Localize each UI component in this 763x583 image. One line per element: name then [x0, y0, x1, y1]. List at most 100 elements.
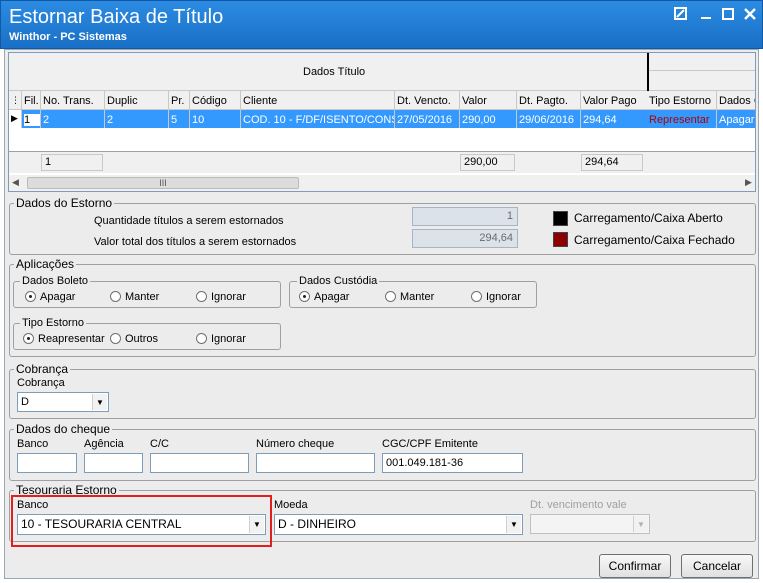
- cancel-button[interactable]: Cancelar: [681, 554, 753, 578]
- chevron-down-icon[interactable]: ▼: [92, 394, 107, 410]
- cobranca-label: Cobrança: [17, 377, 65, 389]
- cheque-banco-input[interactable]: [17, 453, 77, 473]
- cell-cliente[interactable]: COD. 10 - F/DF/ISENTO/CONS.: [243, 114, 395, 126]
- column-separator: [104, 91, 105, 128]
- column-header-fil[interactable]: Fil.: [24, 95, 39, 107]
- legend-closed-label: Carregamento/Caixa Fechado: [574, 233, 735, 247]
- tipo-reapresentar-label[interactable]: Reapresentar: [38, 333, 105, 346]
- cell-valor[interactable]: 290,00: [462, 114, 496, 126]
- maximize-icon[interactable]: [719, 7, 737, 23]
- column-separator: [459, 91, 460, 128]
- column-header-valor[interactable]: Valor: [462, 95, 487, 107]
- titles-grid[interactable]: Dados Título ⋮ Fil. No. Trans. Duplic Pr…: [8, 52, 756, 192]
- column-header-no-trans[interactable]: No. Trans.: [43, 95, 94, 107]
- custodia-apagar-label[interactable]: Apagar: [314, 291, 349, 304]
- column-header-dt-vencto[interactable]: Dt. Vencto.: [397, 95, 451, 107]
- column-header-cliente[interactable]: Cliente: [243, 95, 277, 107]
- column-header-dados-c[interactable]: Dados C: [719, 95, 755, 107]
- cell-tipo-estorno[interactable]: Representar: [649, 114, 715, 126]
- cheque-agencia-input[interactable]: [84, 453, 143, 473]
- column-separator: [516, 91, 517, 128]
- scroll-left-icon[interactable]: ◀: [12, 177, 19, 188]
- tesouraria-banco-value: 10 - TESOURARIA CENTRAL: [21, 517, 182, 531]
- chevron-down-icon[interactable]: ▼: [506, 516, 521, 533]
- boleto-manter-label[interactable]: Manter: [125, 291, 159, 304]
- boleto-apagar-label[interactable]: Apagar: [40, 291, 75, 304]
- scroll-thumb[interactable]: III: [27, 177, 299, 189]
- tipo-ignorar-radio[interactable]: [196, 333, 207, 344]
- custodia-ignorar-label[interactable]: Ignorar: [486, 291, 521, 304]
- dados-custodia-title: Dados Custódia: [297, 275, 380, 287]
- cheque-banco-label: Banco: [17, 438, 49, 450]
- boleto-ignorar-radio[interactable]: [196, 291, 207, 302]
- cobranca-value: D: [21, 396, 29, 408]
- chevron-down-icon[interactable]: ▼: [249, 516, 264, 533]
- cell-fil[interactable]: 1: [24, 114, 40, 126]
- chevron-down-icon: ▼: [633, 516, 648, 532]
- tipo-outros-label[interactable]: Outros: [125, 333, 158, 346]
- cell-valor-pago[interactable]: 294,64: [583, 114, 617, 126]
- cell-duplic[interactable]: 2: [107, 114, 113, 126]
- footer-valor: 290,00: [460, 154, 515, 171]
- column-separator: [240, 91, 241, 128]
- cell-no-trans[interactable]: 2: [43, 114, 49, 126]
- tipo-outros-radio[interactable]: [110, 333, 121, 344]
- moeda-select[interactable]: D - DINHEIRO ▼: [274, 514, 523, 535]
- aplicacoes-title: Aplicações: [14, 257, 77, 271]
- scroll-right-icon[interactable]: ▶: [745, 177, 752, 188]
- tipo-ignorar-label[interactable]: Ignorar: [211, 333, 246, 346]
- row-indicator-icon: ▶: [11, 113, 18, 123]
- tesouraria-banco-select[interactable]: 10 - TESOURARIA CENTRAL ▼: [17, 514, 266, 535]
- column-separator: [580, 91, 581, 128]
- column-header-pr[interactable]: Pr.: [171, 95, 184, 107]
- legend-open-label: Carregamento/Caixa Aberto: [574, 211, 723, 225]
- close-icon[interactable]: [741, 7, 759, 23]
- minimize-icon[interactable]: [697, 7, 715, 23]
- custodia-apagar-radio[interactable]: [299, 291, 310, 302]
- cell-dt-pagto[interactable]: 29/06/2016: [519, 114, 574, 126]
- column-separator: [168, 91, 169, 128]
- cheque-numero-input[interactable]: [256, 453, 375, 473]
- tipo-reapresentar-radio[interactable]: [23, 333, 34, 344]
- cell-pr[interactable]: 5: [171, 114, 177, 126]
- column-menu-icon[interactable]: ⋮: [11, 95, 20, 106]
- column-header-tipo-estorno[interactable]: Tipo Estorno: [649, 95, 715, 107]
- cell-dt-vencto[interactable]: 27/05/2016: [397, 114, 452, 126]
- cell-dados-c[interactable]: Apagar: [719, 114, 755, 126]
- footer-valor-pago: 294,64: [581, 154, 643, 171]
- column-separator: [394, 91, 395, 128]
- custodia-manter-label[interactable]: Manter: [400, 291, 434, 304]
- custodia-manter-radio[interactable]: [385, 291, 396, 302]
- confirm-button[interactable]: Confirmar: [599, 554, 671, 578]
- column-separator: [189, 91, 190, 128]
- cell-codigo[interactable]: 10: [192, 114, 204, 126]
- boleto-apagar-radio[interactable]: [25, 291, 36, 302]
- footer-count: 1: [41, 154, 103, 171]
- window-subtitle: Winthor - PC Sistemas: [9, 31, 127, 43]
- column-header-dt-pagto[interactable]: Dt. Pagto.: [519, 95, 568, 107]
- tesouraria-banco-label: Banco: [17, 499, 49, 511]
- custodia-ignorar-radio[interactable]: [471, 291, 482, 302]
- cobranca-title: Cobrança: [14, 362, 71, 376]
- column-header-duplic[interactable]: Duplic: [107, 95, 138, 107]
- cheque-agencia-label: Agência: [84, 438, 124, 450]
- moeda-label: Moeda: [274, 499, 308, 511]
- grid-group-header: Dados Título: [9, 53, 647, 91]
- cheque-cgc-input[interactable]: 001.049.181-36: [382, 453, 523, 473]
- cheque-cc-input[interactable]: [150, 453, 249, 473]
- qtd-titulos-value: 1: [412, 207, 518, 226]
- column-header-codigo[interactable]: Código: [192, 95, 227, 107]
- column-header-valor-pago[interactable]: Valor Pago: [583, 95, 637, 107]
- cheque-numero-label: Número cheque: [256, 438, 335, 450]
- boleto-manter-radio[interactable]: [110, 291, 121, 302]
- qtd-titulos-label: Quantidade títulos a serem estornados: [94, 215, 284, 227]
- dados-estorno-title: Dados do Estorno: [14, 196, 115, 210]
- cobranca-select[interactable]: D ▼: [17, 392, 109, 412]
- boleto-ignorar-label[interactable]: Ignorar: [211, 291, 246, 304]
- valor-total-value: 294,64: [412, 229, 518, 248]
- restore-icon[interactable]: [672, 7, 690, 23]
- vencimento-label: Dt. vencimento vale: [530, 499, 627, 511]
- tipo-estorno-title: Tipo Estorno: [20, 317, 86, 329]
- vencimento-select: ▼: [530, 514, 650, 534]
- cheque-cgc-label: CGC/CPF Emitente: [382, 438, 478, 450]
